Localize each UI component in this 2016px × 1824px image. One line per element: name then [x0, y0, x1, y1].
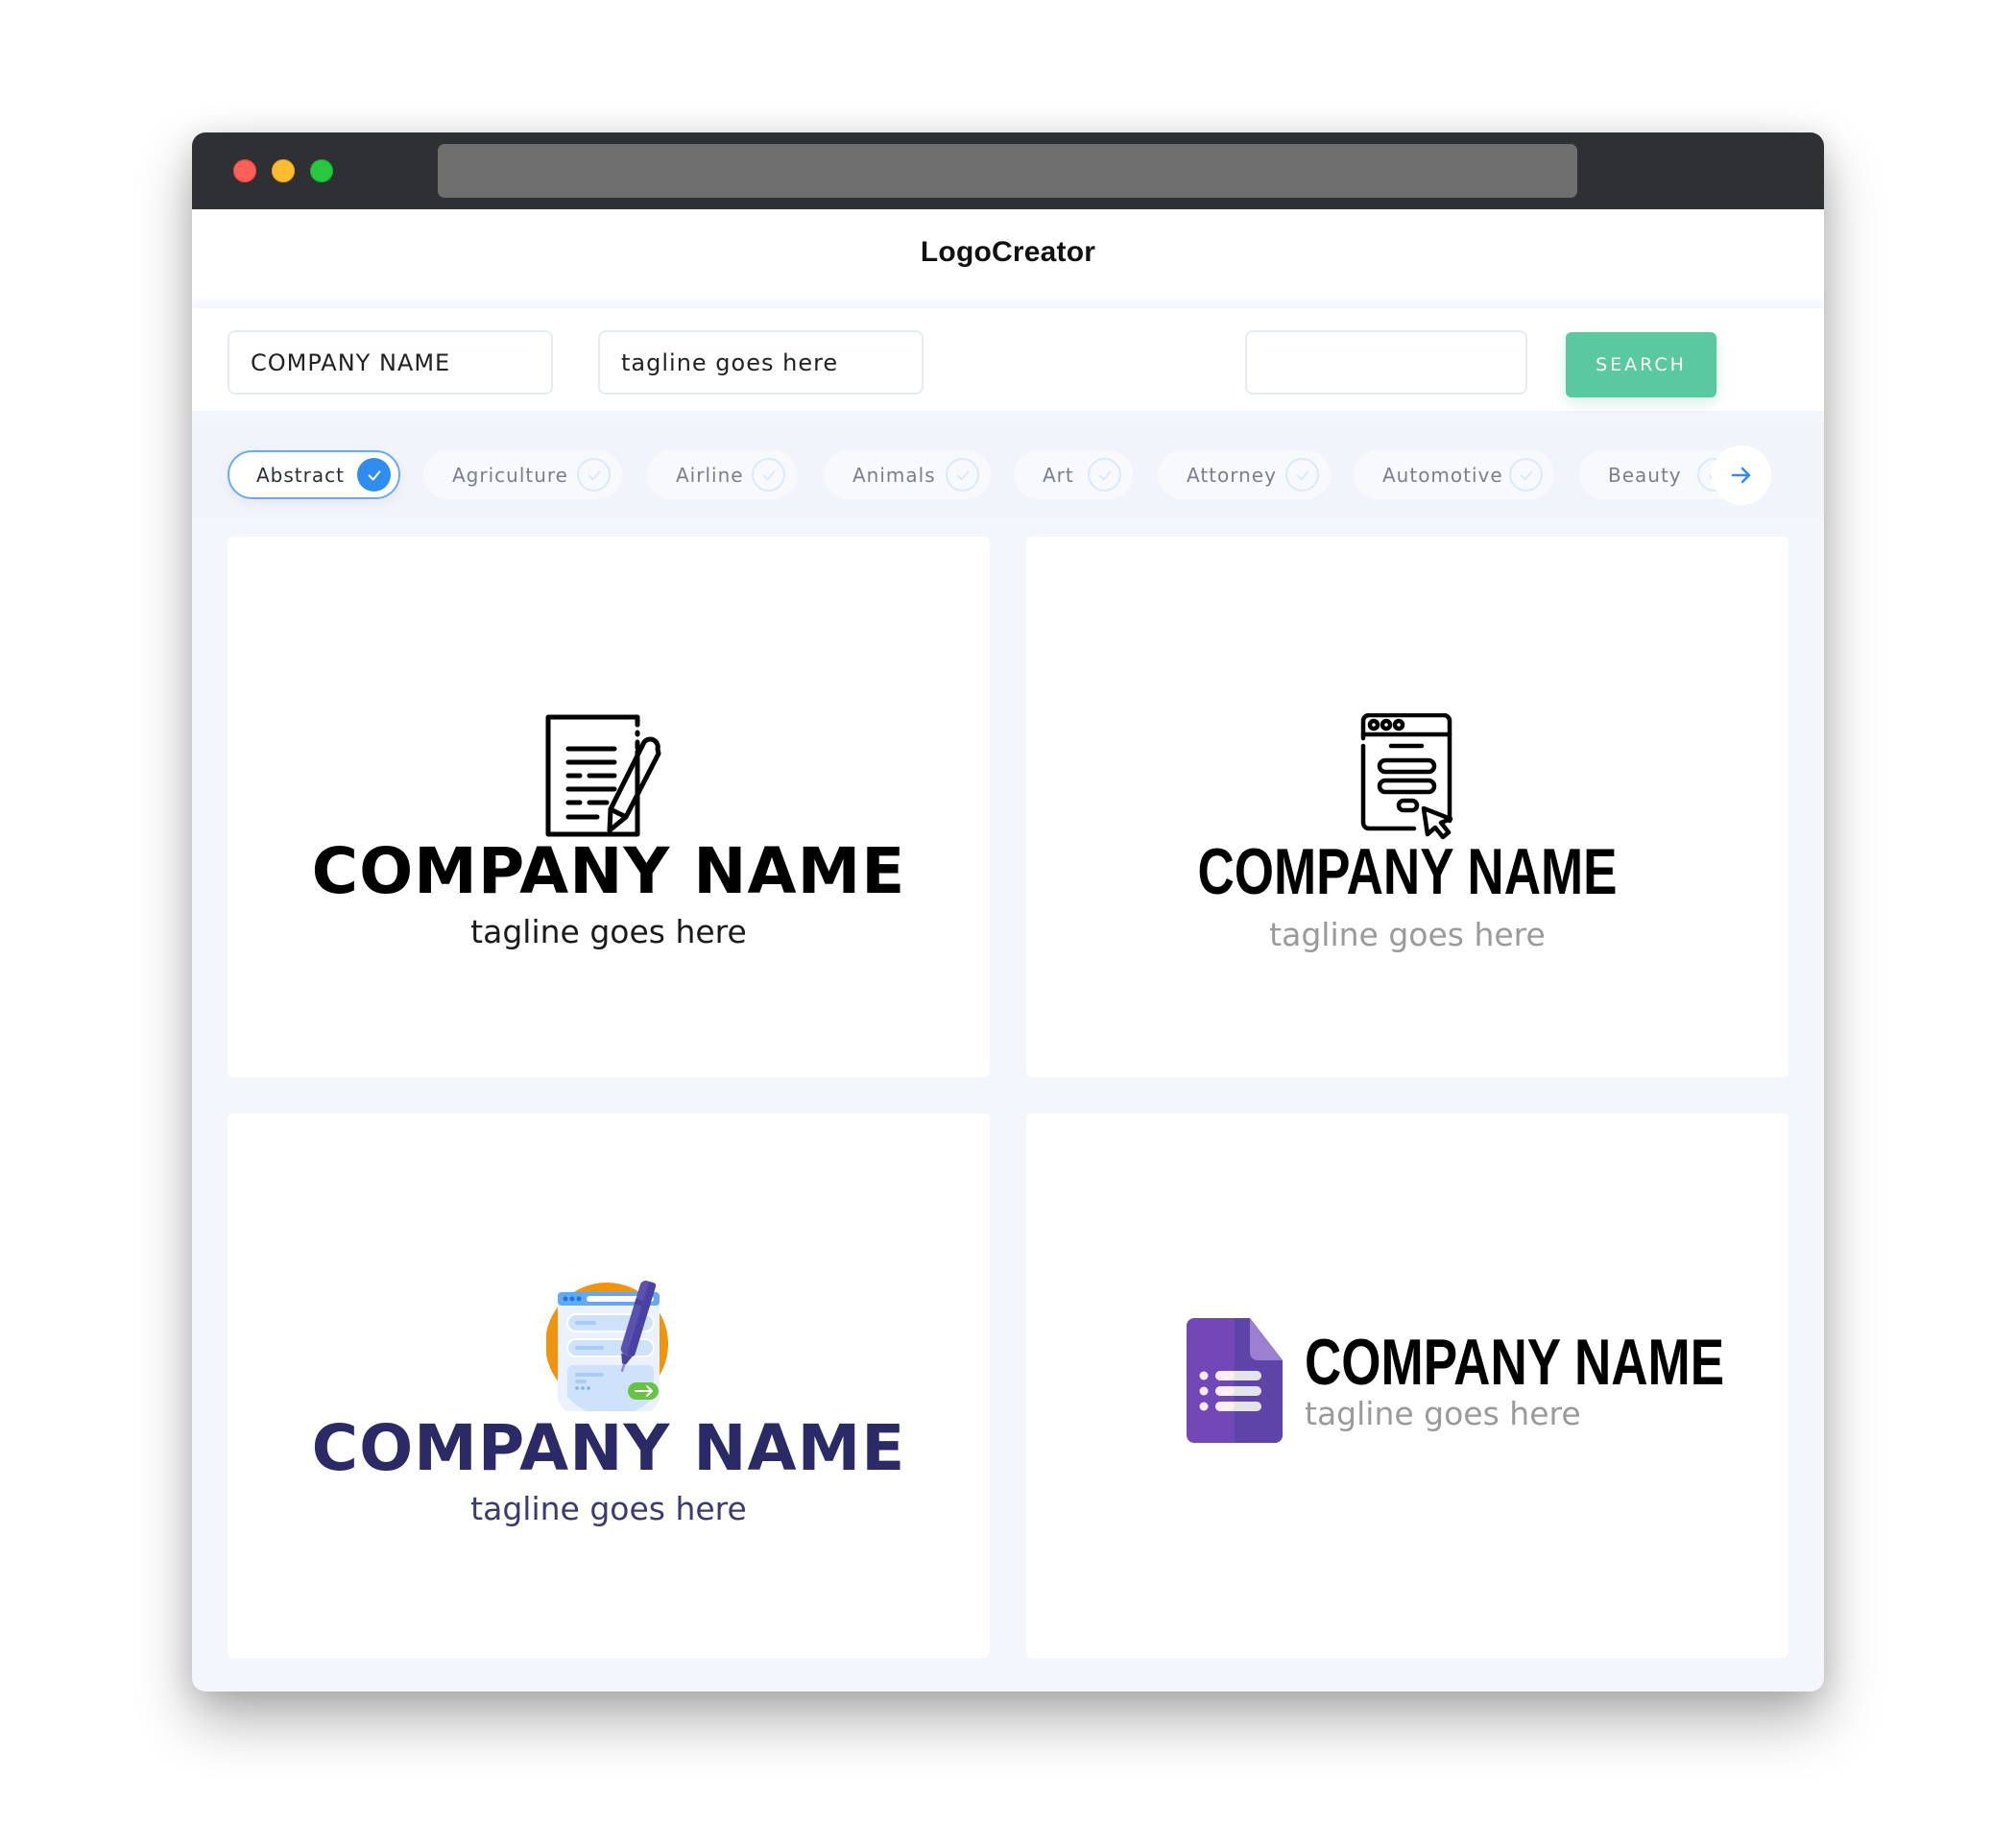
tagline-text: tagline goes here — [470, 1490, 747, 1527]
app-header: LogoCreator — [192, 209, 1824, 308]
category-label: Attorney — [1187, 463, 1277, 487]
browser-window: LogoCreator SEARCH Abstract Agriculture … — [192, 132, 1824, 1692]
company-name-text: COMPANY NAME — [311, 1411, 906, 1485]
search-bar: SEARCH — [192, 308, 1824, 411]
tagline-text: tagline goes here — [470, 913, 747, 950]
category-label: Abstract — [256, 463, 345, 487]
web-form-cursor-icon — [1360, 713, 1453, 840]
category-chip-attorney[interactable]: Attorney — [1158, 450, 1331, 499]
category-chip-automotive[interactable]: Automotive — [1354, 450, 1554, 499]
check-icon — [1509, 458, 1543, 492]
logo-card[interactable]: COMPANY NAME tagline goes here — [1026, 537, 1788, 1077]
online-form-pen-icon — [546, 1280, 668, 1411]
app-title[interactable]: LogoCreator — [192, 236, 1824, 269]
category-label: Art — [1043, 463, 1074, 487]
category-label: Beauty — [1608, 463, 1682, 487]
next-categories-button[interactable] — [1712, 445, 1771, 505]
category-filter-bar: Abstract Agriculture Airline Animals Art — [192, 425, 1824, 516]
company-name-text: COMPANY NAME — [1197, 835, 1618, 908]
check-icon — [577, 458, 611, 492]
company-name-text: COMPANY NAME — [1305, 1326, 1725, 1399]
document-pencil-icon — [545, 714, 661, 837]
company-name-text: COMPANY NAME — [311, 834, 906, 908]
category-chip-agriculture[interactable]: Agriculture — [423, 450, 622, 499]
check-icon — [1285, 458, 1319, 492]
close-window-button[interactable] — [233, 159, 256, 182]
category-chip-animals[interactable]: Animals — [824, 450, 991, 499]
check-icon — [946, 458, 979, 492]
category-chip-art[interactable]: Art — [1014, 450, 1133, 499]
address-bar[interactable] — [438, 144, 1577, 198]
check-icon — [752, 458, 785, 492]
category-label: Agriculture — [452, 463, 568, 487]
minimize-window-button[interactable] — [272, 159, 295, 182]
maximize-window-button[interactable] — [310, 159, 333, 182]
category-label: Automotive — [1382, 463, 1503, 487]
category-label: Airline — [676, 463, 744, 487]
logo-card[interactable]: COMPANY NAME tagline goes here — [228, 1114, 990, 1658]
check-icon — [1088, 458, 1121, 492]
category-chip-abstract[interactable]: Abstract — [228, 450, 400, 499]
keyword-input[interactable] — [1245, 330, 1527, 395]
logo-card[interactable]: COMPANY NAME tagline goes here — [228, 537, 990, 1077]
tagline-text: tagline goes here — [1269, 916, 1546, 953]
form-document-icon — [1187, 1318, 1283, 1443]
logo-card[interactable]: COMPANY NAME tagline goes here — [1026, 1114, 1788, 1658]
arrow-right-icon — [1731, 467, 1751, 484]
check-icon — [357, 458, 391, 492]
tagline-input[interactable] — [598, 330, 924, 395]
title-bar — [192, 132, 1824, 209]
tagline-text: tagline goes here — [1305, 1395, 1581, 1432]
category-label: Animals — [852, 463, 936, 487]
category-chip-airline[interactable]: Airline — [647, 450, 797, 499]
search-button[interactable]: SEARCH — [1566, 332, 1716, 397]
company-name-input[interactable] — [228, 330, 553, 395]
